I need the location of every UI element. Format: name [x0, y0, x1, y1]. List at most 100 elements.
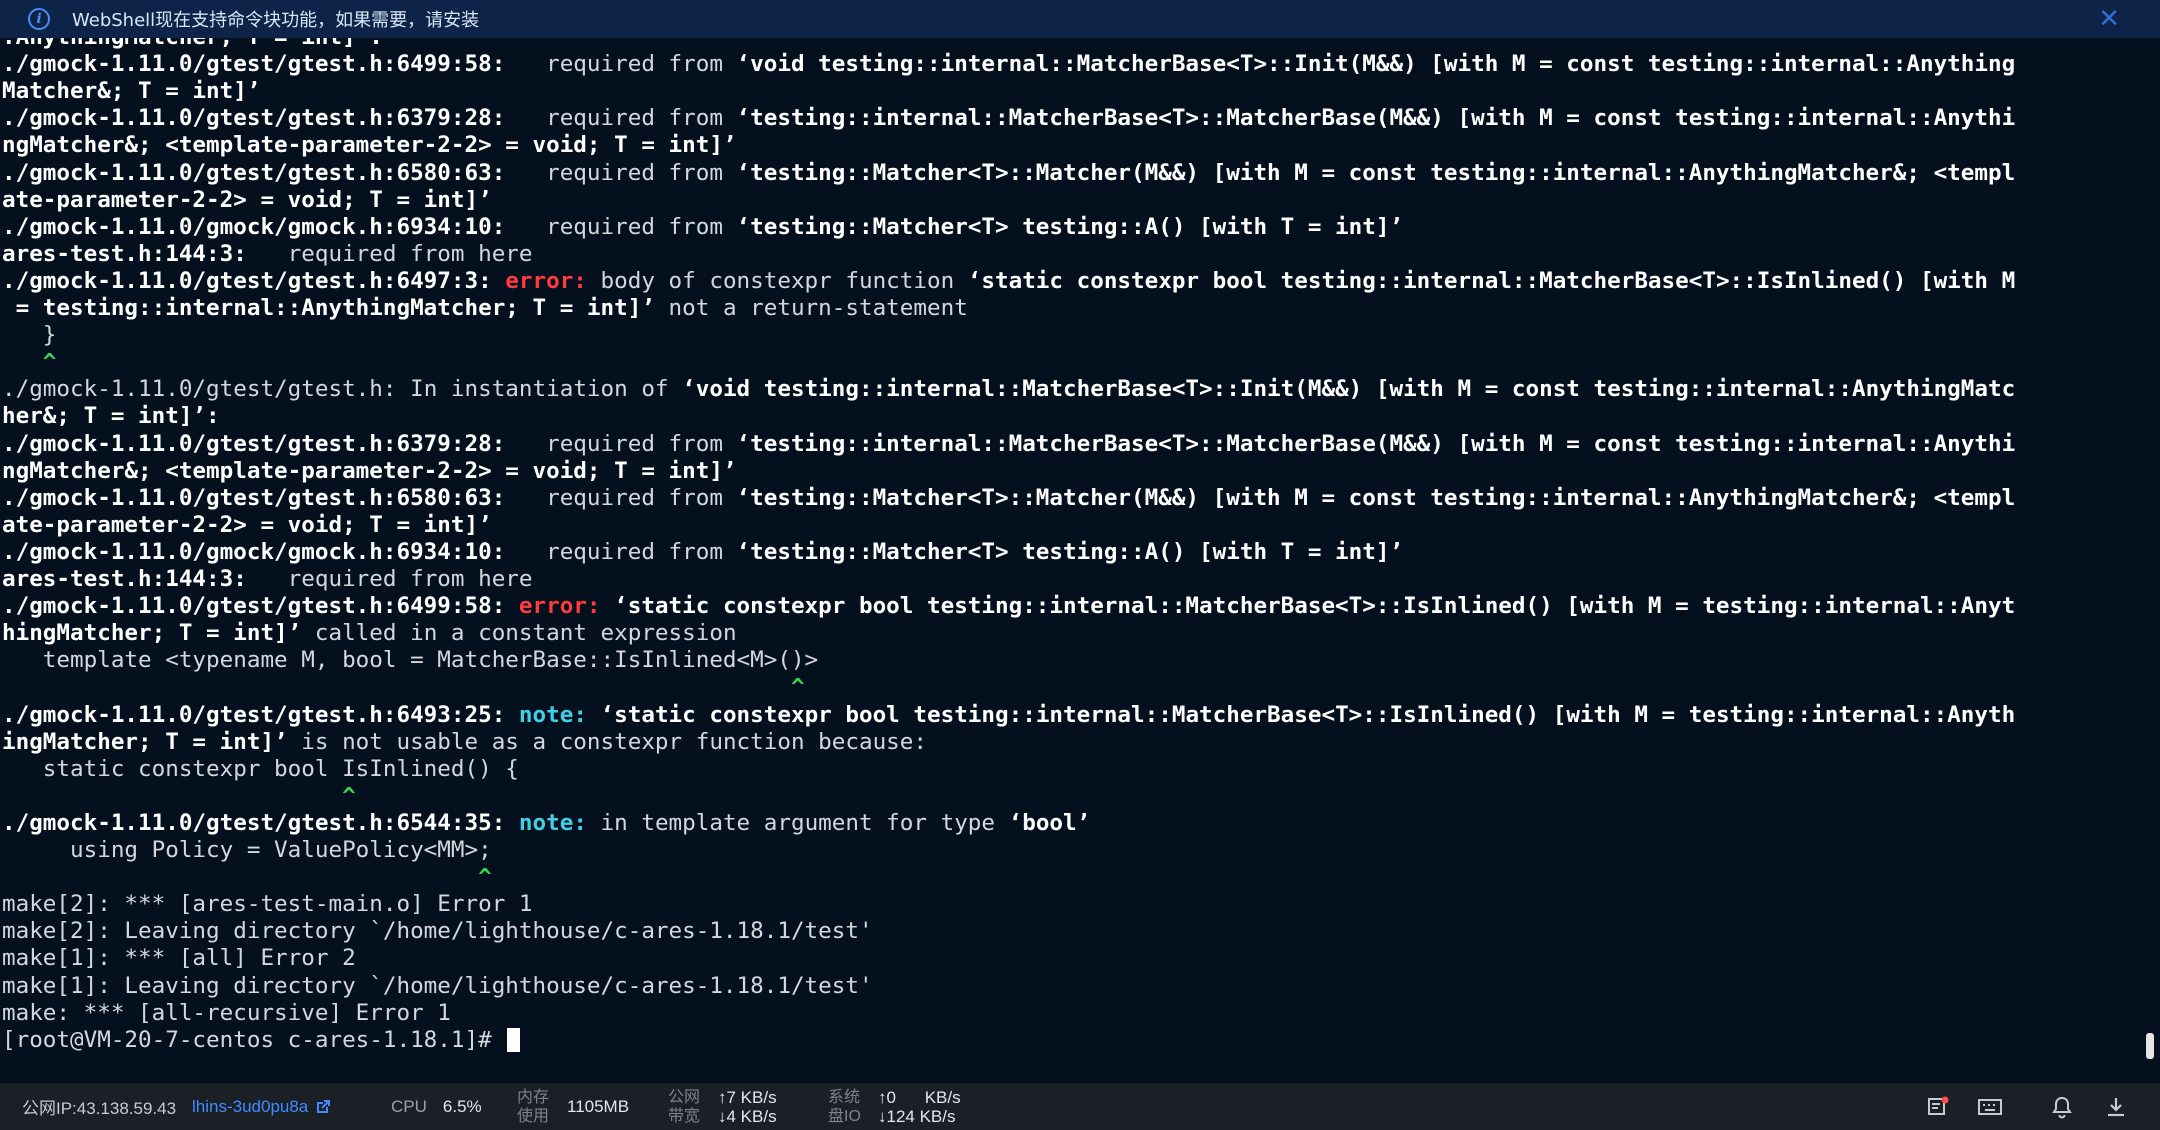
terminal-text: make[1]: *** [all] Error 2: [2, 945, 356, 972]
terminal-text: is not usable as a constexpr function be…: [287, 728, 927, 755]
terminal-text: ate-parameter-2-2> = void; T = int]’: [2, 186, 492, 213]
terminal-line: ^: [2, 349, 57, 376]
terminal-scrollbar[interactable]: [2142, 38, 2156, 1083]
terminal-text: ./gmock-1.11.0/gtest/gtest.h:6497:3:: [2, 267, 506, 294]
error-label: error:: [518, 593, 615, 620]
terminal-line: ./gmock-1.11.0/gtest/gtest.h:6493:25: no…: [2, 702, 2015, 729]
disk-down: ↓124 KB/s: [878, 1106, 956, 1126]
terminal-text: hingMatcher; T = int]’: [2, 620, 302, 647]
terminal-text: not a return-statement: [654, 295, 968, 321]
terminal-text: ./gmock-1.11.0/gmock/gmock.h:6934:10:: [2, 213, 506, 240]
terminal-text: in template argument for type: [600, 809, 1009, 836]
terminal-text: ./gmock-1.11.0/gtest/gtest.h:6493:25:: [2, 701, 519, 728]
terminal-text: ‘testing::Matcher<T> testing::A() [with …: [736, 213, 1404, 240]
bell-icon[interactable]: [2048, 1093, 2076, 1121]
cpu-label: CPU: [391, 1096, 427, 1116]
terminal-text: In instantiation of: [396, 376, 683, 403]
terminal-text: required from: [505, 159, 737, 186]
terminal-line: ./gmock-1.11.0/gmock/gmock.h:6934:10: re…: [2, 539, 1403, 566]
terminal-line: using Policy = ValuePolicy<MM>;: [2, 837, 492, 864]
disk-label-line2: 盘IO: [828, 1107, 861, 1125]
terminal-text: ./gmock-1.11.0/gmock/gmock.h:6934:10:: [2, 538, 506, 565]
terminal-line: ./gmock-1.11.0/gtest/gtest.h:6544:35: no…: [2, 810, 1090, 837]
terminal-line: ./gmock-1.11.0/gtest/gtest.h:6499:58: re…: [2, 51, 2015, 78]
terminal-text: ngMatcher&; <template-parameter-2-2> = v…: [2, 457, 737, 484]
terminal-text: required from: [505, 484, 737, 511]
public-ip: 公网IP:43.138.59.43: [22, 1083, 176, 1130]
terminal-text: ‘testing::Matcher<T> testing::A() [with …: [736, 538, 1404, 565]
terminal-text: make[2]: Leaving directory `/home/lighth…: [2, 918, 873, 945]
net-label-line1: 公网: [668, 1088, 701, 1106]
info-icon: i: [28, 8, 50, 30]
terminal-line: make[1]: Leaving directory `/home/lighth…: [2, 973, 873, 1000]
terminal-text: required from: [505, 538, 737, 565]
terminal-line: }: [2, 322, 57, 349]
terminal-text: called in a constant expression: [301, 620, 737, 647]
terminal-line: template <typename M, bool = MatcherBase…: [2, 647, 818, 674]
terminal-line: ./gmock-1.11.0/gtest/gtest.h:6580:63: re…: [2, 160, 2015, 187]
terminal-text: make[2]: *** [ares-test-main.o] Error 1: [2, 891, 533, 918]
terminal-line: ate-parameter-2-2> = void; T = int]’: [2, 512, 492, 539]
instance-id[interactable]: lhins-3ud0pu8a: [192, 1097, 308, 1117]
terminal-line: ^: [2, 864, 492, 891]
terminal-text: ‘bool’: [1008, 809, 1091, 836]
terminal-line: make[1]: *** [all] Error 2: [2, 945, 356, 972]
terminal-line: make[2]: *** [ares-test-main.o] Error 1: [2, 891, 533, 918]
caret-marker: ^: [2, 864, 492, 891]
mem-label-line2: 使用: [517, 1107, 550, 1125]
disk-stats: ↑0 KB/s ↓124 KB/s: [878, 1083, 961, 1130]
terminal-cursor: [507, 1028, 521, 1053]
terminal-text: ngMatcher&; <template-parameter-2-2> = v…: [2, 132, 737, 159]
terminal-output[interactable]: :AnythingMatcher; T = int]’:./gmock-1.11…: [0, 38, 2140, 1083]
terminal-text: ./gmock-1.11.0/gtest/gtest.h:6379:28:: [2, 430, 506, 457]
terminal-text: ./gmock-1.11.0/gtest/gtest.h:6379:28:: [2, 105, 506, 132]
net-label: 公网 带宽: [668, 1083, 700, 1130]
disk-up: ↑0: [878, 1087, 896, 1107]
terminal-line: ./gmock-1.11.0/gtest/gtest.h:6379:28: re…: [2, 105, 2015, 132]
instance-id-link[interactable]: lhins-3ud0pu8a: [192, 1083, 332, 1130]
terminal-text: }: [2, 322, 57, 349]
terminal-text: make: *** [all-recursive] Error 1: [2, 999, 451, 1026]
terminal-text: ‘void testing::internal::MatcherBase<T>:…: [682, 376, 2016, 403]
status-bar: 公网IP:43.138.59.43 lhins-3ud0pu8a CPU 6.5…: [0, 1083, 2160, 1130]
keyboard-icon[interactable]: [1976, 1093, 2004, 1121]
mem-value: 1105MB: [567, 1083, 629, 1130]
note-label: note:: [518, 809, 601, 836]
caret-marker: ^: [2, 782, 356, 809]
terminal-line: Matcher&; T = int]’: [2, 78, 260, 105]
caret-marker: ^: [2, 349, 57, 376]
terminal-text: ./gmock-1.11.0/gtest/gtest.h:6544:35:: [2, 809, 519, 836]
terminal-text: ‘testing::Matcher<T>::Matcher(M&&) [with…: [736, 159, 2016, 186]
terminal-text: ‘testing::Matcher<T>::Matcher(M&&) [with…: [736, 484, 2016, 511]
terminal-text: = testing::internal::AnythingMatcher; T …: [2, 295, 655, 321]
disk-up-unit: KB/s: [924, 1087, 961, 1107]
terminal-text: using Policy = ValuePolicy<MM>;: [2, 837, 492, 863]
terminal-line: ingMatcher; T = int]’ is not usable as a…: [2, 729, 927, 756]
net-stats: ↑7 KB/s ↓4 KB/s: [718, 1083, 777, 1130]
terminal-text: ‘testing::internal::MatcherBase<T>::Matc…: [736, 105, 2016, 132]
terminal-line: :AnythingMatcher; T = int]’:: [2, 38, 383, 51]
terminal-line: ate-parameter-2-2> = void; T = int]’: [2, 187, 492, 214]
download-icon[interactable]: [2102, 1093, 2130, 1121]
terminal-text: ares-test.h:144:3:: [2, 240, 247, 267]
net-label-line2: 带宽: [668, 1107, 701, 1125]
notification-banner: i WebShell现在支持命令块功能，如果需要，请安装 ✕: [0, 0, 2160, 38]
terminal-text: ./gmock-1.11.0/gtest/gtest.h:6499:58:: [2, 51, 506, 78]
terminal-text: template <typename M, bool = MatcherBase…: [2, 647, 819, 674]
terminal-line: ares-test.h:144:3: required from here: [2, 566, 533, 593]
terminal-line: ./gmock-1.11.0/gtest/gtest.h:6497:3: err…: [2, 268, 2015, 295]
scrollbar-thumb[interactable]: [2146, 1033, 2154, 1059]
terminal-text: ate-parameter-2-2> = void; T = int]’: [2, 511, 492, 538]
terminal-text: required from: [505, 430, 737, 457]
external-link-icon[interactable]: [314, 1098, 332, 1116]
terminal-text: ./gmock-1.11.0/gtest/gtest.h:6580:63:: [2, 484, 506, 511]
terminal-line: her&; T = int]’:: [2, 403, 220, 430]
terminal-line: ./gmock-1.11.0/gtest/gtest.h:6499:58: er…: [2, 593, 2015, 620]
terminal-line: static constexpr bool IsInlined() {: [2, 756, 519, 783]
close-icon[interactable]: ✕: [2098, 4, 2120, 34]
terminal-line: [root@VM-20-7-centos c-ares-1.18.1]#: [2, 1027, 521, 1054]
disk-label-line1: 系统: [828, 1088, 861, 1106]
notification-settings-icon[interactable]: [1924, 1093, 1952, 1121]
terminal-text: required from here: [246, 566, 533, 592]
net-up: ↑7 KB/s: [718, 1087, 777, 1107]
